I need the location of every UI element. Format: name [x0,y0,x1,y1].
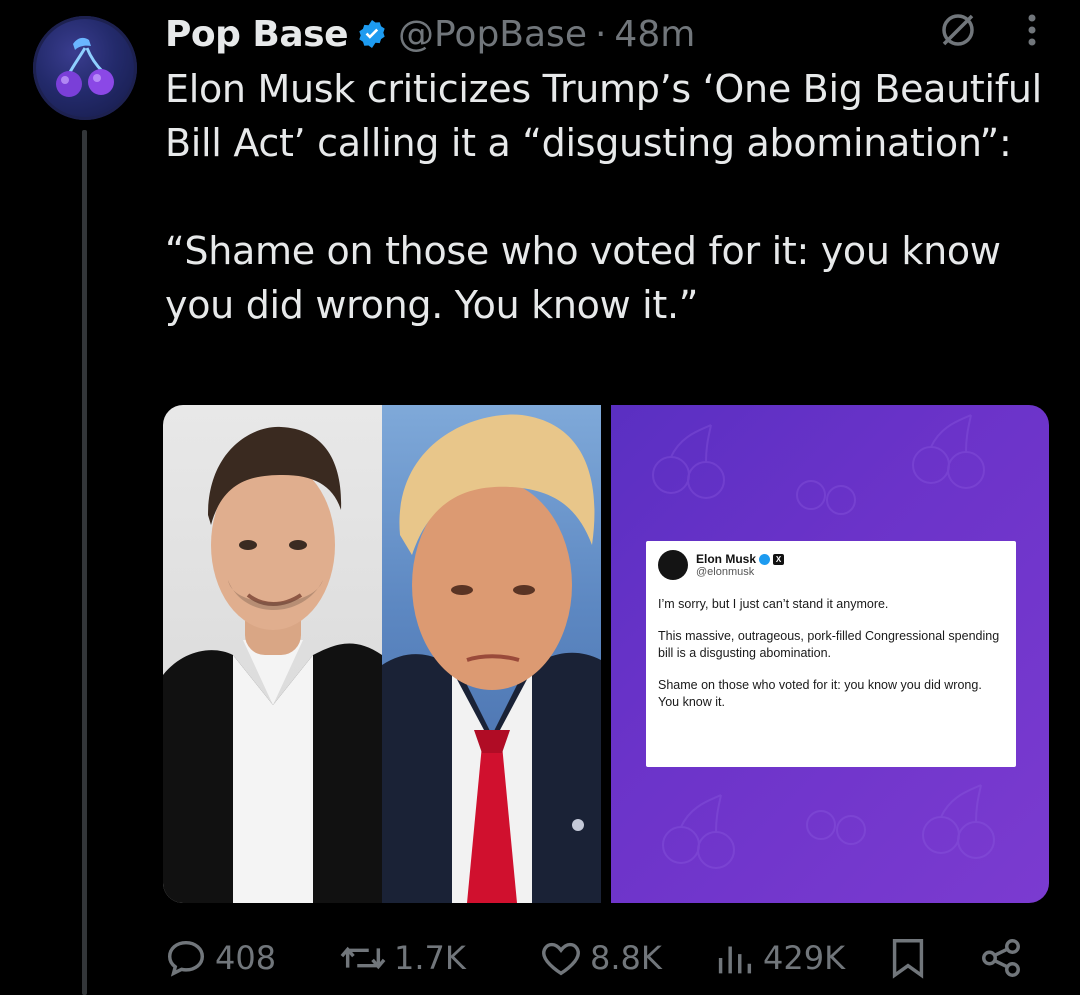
header-actions [938,10,1040,50]
embedded-tweet-header: Elon Musk X @elonmusk [658,550,1004,580]
reply-button[interactable]: 408 [163,935,276,981]
separator-dot: · [594,13,607,55]
timestamp[interactable]: 48m [614,14,695,55]
embedded-line: I’m sorry, but I just can’t stand it any… [658,597,889,611]
embedded-tweet-card: Elon Musk X @elonmusk I’m sorry, but I j… [646,541,1016,767]
views-button[interactable]: 429K [711,935,845,981]
x-logo-icon: X [773,553,785,565]
handle[interactable]: @PopBase [398,14,587,55]
display-name[interactable]: Pop Base [165,14,349,55]
post-text-paragraph: Elon Musk criticizes Trump’s ‘One Big Be… [165,67,1042,165]
thread-line [82,130,87,995]
share-icon [982,939,1020,977]
share-button[interactable] [978,935,1024,981]
post-media[interactable]: Elon Musk X @elonmusk I’m sorry, but I j… [163,405,1049,903]
views-count: 429K [763,939,846,977]
bookmark-button[interactable] [888,935,928,981]
reply-count: 408 [215,939,277,977]
repost-count: 1.7K [394,939,466,977]
embedded-display-name: Elon Musk [696,552,757,566]
views-icon [718,946,752,974]
repost-icon [340,946,386,970]
embedded-name-row: Elon Musk X [696,552,785,566]
like-icon [542,942,580,976]
post-text-quote: “Shame on those who voted for it: you kn… [165,229,1001,327]
grok-icon[interactable] [938,10,978,50]
media-image-left[interactable] [163,405,601,903]
embedded-line: Shame on those who voted for it: you kno… [658,678,982,709]
post-text: Elon Musk criticizes Trump’s ‘One Big Be… [165,62,1045,332]
embedded-handle: @elonmusk [696,566,755,578]
bookmark-icon [892,939,924,979]
reply-icon [167,940,205,977]
avatar[interactable] [33,16,137,120]
cherry-logo-icon [56,37,114,97]
embedded-tweet-body: I’m sorry, but I just can’t stand it any… [658,596,1004,711]
embedded-avatar [658,550,688,580]
repost-button[interactable]: 1.7K [338,935,466,981]
like-count: 8.8K [590,939,662,977]
verified-badge-icon [359,20,385,48]
more-icon[interactable] [1024,10,1040,50]
action-bar: 408 1.7K 8.8K 429K [163,925,1043,987]
post-header: Pop Base @PopBase · 48m [165,8,1040,60]
media-image-right[interactable]: Elon Musk X @elonmusk I’m sorry, but I j… [611,405,1049,903]
like-button[interactable]: 8.8K [538,935,662,981]
embedded-verified-icon [759,553,771,565]
embedded-line: This massive, outrageous, pork-filled Co… [658,629,1000,660]
photo-donald-trump [382,405,601,903]
photo-elon-musk [163,405,382,903]
